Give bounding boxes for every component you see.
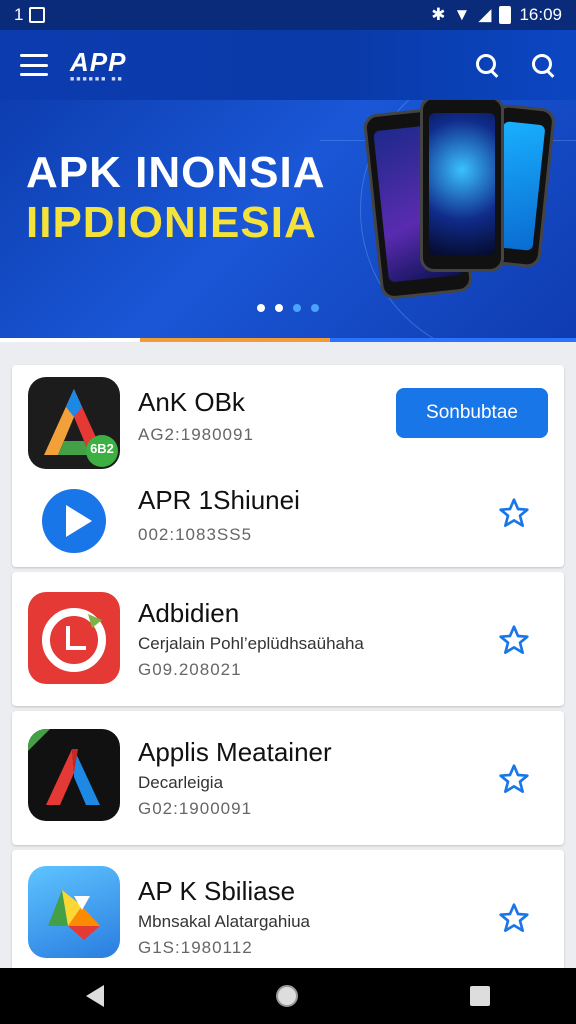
battery-icon [499, 6, 512, 24]
app-description: Mbnsakal Alatargahiua [138, 912, 311, 931]
app-badge: 6B2 [90, 441, 114, 456]
app-name: AnK OBk [138, 387, 245, 417]
recents-icon[interactable] [470, 986, 490, 1006]
app-description: Decarleigia [138, 773, 224, 792]
app-logo: APP ■■■■■■ ■■ [70, 47, 126, 83]
wifi-icon: ▼ [453, 5, 471, 24]
system-nav-bar [0, 968, 576, 1024]
promo-banner[interactable]: APK INONSIA IIPDIONIESIA [0, 100, 576, 342]
app-action-button[interactable]: Sonbubtae [396, 388, 548, 438]
app-list-card: Adbidien Cerjalain Pohl’eplüdhsaühaha G0… [12, 572, 564, 706]
app-description: Cerjalain Pohl’eplüdhsaühaha [138, 634, 364, 653]
back-icon[interactable] [86, 985, 104, 1007]
home-icon[interactable] [276, 985, 298, 1007]
list-item[interactable]: Applis Meatainer Decarleigia G02:1900091 [12, 711, 564, 845]
search-icon-secondary[interactable] [530, 52, 556, 78]
app-code: 002:1083SS5 [138, 525, 253, 544]
list-item[interactable]: APR 1Shiunei 002:1083SS5 [12, 469, 564, 567]
app-name: Applis Meatainer [138, 737, 332, 767]
status-time: 16:09 [519, 5, 562, 24]
app-list-card: Applis Meatainer Decarleigia G02:1900091 [12, 711, 564, 845]
menu-icon[interactable] [20, 54, 48, 76]
banner-title: APK INONSIA [26, 148, 326, 197]
pagination-dot[interactable] [257, 304, 265, 312]
app-name: APR 1Shiunei [138, 485, 300, 515]
list-item[interactable]: Adbidien Cerjalain Pohl’eplüdhsaühaha G0… [12, 572, 564, 706]
app-code: G02:1900091 [138, 799, 253, 818]
banner-stripe [0, 338, 576, 342]
logo-subtext: ■■■■■■ ■■ [70, 76, 124, 83]
list-item[interactable]: AP K Sbiliase Mbnsakal Alatargahiua G1S:… [12, 850, 564, 968]
app-icon [28, 475, 120, 567]
logo-text: APP [70, 47, 127, 77]
app-name: Adbidien [138, 598, 240, 628]
app-code: G1S:1980112 [138, 938, 253, 957]
signal-icon: ◢ [478, 5, 492, 24]
pagination-dot[interactable] [293, 304, 301, 312]
status-left-text: 1 [14, 5, 24, 24]
bluetooth-icon: ✱ [431, 5, 446, 24]
status-bar: 1 ✱ ▼ ◢ 16:09 [0, 0, 576, 30]
app-code: G09.208021 [138, 660, 242, 679]
star-outline-icon[interactable] [498, 624, 530, 656]
app-list-card: 6B2 AnK OBk AG2:1980091 Sonbubtae APR 1S… [12, 365, 564, 567]
app-list-card: AP K Sbiliase Mbnsakal Alatargahiua G1S:… [12, 850, 564, 968]
pagination-dot[interactable] [311, 304, 319, 312]
app-icon [28, 592, 120, 684]
app-bar: APP ■■■■■■ ■■ [0, 30, 576, 100]
app-name: AP K Sbiliase [138, 876, 296, 906]
pagination-dot[interactable] [275, 304, 283, 312]
list-item[interactable]: 6B2 AnK OBk AG2:1980091 Sonbubtae [12, 365, 564, 469]
app-icon [28, 866, 120, 958]
notification-icon [29, 7, 46, 23]
banner-subtitle: IIPDIONIESIA [26, 198, 317, 247]
star-outline-icon[interactable] [498, 902, 530, 934]
app-icon [28, 729, 120, 821]
app-code: AG2:1980091 [138, 425, 254, 444]
star-outline-icon[interactable] [498, 763, 530, 795]
star-outline-icon[interactable] [498, 497, 530, 529]
search-icon[interactable] [474, 52, 500, 78]
banner-pagination [0, 304, 576, 312]
phone-image-center [420, 100, 504, 272]
